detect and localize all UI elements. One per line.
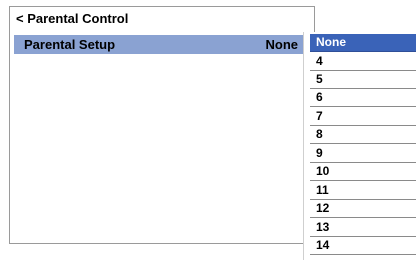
option-13[interactable]: 13: [310, 219, 416, 237]
option-4[interactable]: 4: [310, 53, 416, 71]
option-9[interactable]: 9: [310, 145, 416, 163]
options-dropdown: None 4 5 6 7 8 9 10 11 12 13 14: [304, 32, 416, 260]
option-14[interactable]: 14: [310, 237, 416, 255]
option-12[interactable]: 12: [310, 200, 416, 218]
option-11[interactable]: 11: [310, 182, 416, 200]
option-7[interactable]: 7: [310, 108, 416, 126]
option-6[interactable]: 6: [310, 89, 416, 107]
parental-setup-value: None: [265, 37, 299, 52]
parental-control-panel: < Parental Control Parental Setup None: [9, 6, 316, 244]
option-8[interactable]: 8: [310, 126, 416, 144]
option-none[interactable]: None: [310, 34, 416, 52]
option-10[interactable]: 10: [310, 163, 416, 181]
parental-setup-label: Parental Setup: [24, 37, 116, 52]
page-title[interactable]: < Parental Control: [16, 11, 128, 27]
parental-setup-row[interactable]: Parental Setup None: [14, 35, 316, 54]
option-5[interactable]: 5: [310, 71, 416, 89]
